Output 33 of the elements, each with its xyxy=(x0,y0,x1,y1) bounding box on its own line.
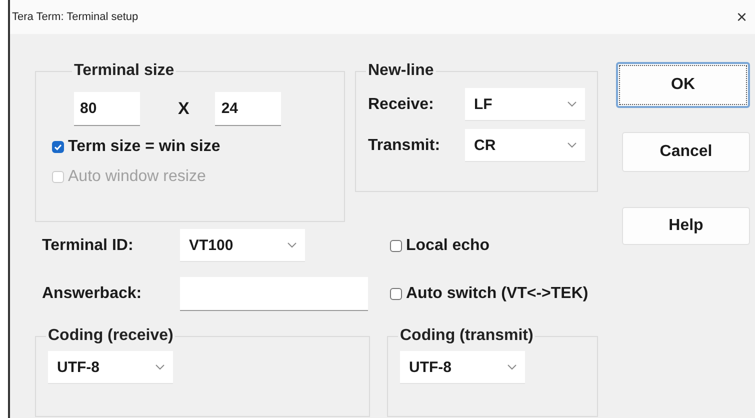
dropdown[interactable]: UTF-8 xyxy=(400,351,525,384)
dropdown[interactable]: LF xyxy=(465,88,585,121)
checkbox[interactable] xyxy=(52,141,64,153)
dialog-button[interactable]: Cancel xyxy=(622,132,750,172)
dropdown[interactable]: CR xyxy=(465,129,585,162)
checkbox-option[interactable]: Term size = win size xyxy=(52,138,220,156)
dialog-button[interactable]: OK xyxy=(616,62,750,108)
checkbox[interactable] xyxy=(390,240,402,252)
dialog-button[interactable]: Help xyxy=(622,207,750,245)
close-button[interactable]: × xyxy=(728,6,755,28)
group-title: New-line xyxy=(367,62,435,80)
caret-icon xyxy=(287,242,297,248)
field-label: Terminal ID: xyxy=(41,236,134,254)
dropdown[interactable]: UTF-8 xyxy=(48,351,173,384)
caret-icon xyxy=(567,101,577,107)
group-title: Coding (transmit) xyxy=(399,327,534,345)
dropdown[interactable]: VT100 xyxy=(180,229,305,262)
separator-label: X xyxy=(178,99,190,119)
checkbox-option[interactable]: Auto switch (VT<->TEK) xyxy=(390,285,588,303)
checkbox-option[interactable]: Local echo xyxy=(390,236,490,254)
caret-icon xyxy=(567,142,577,148)
caret-icon xyxy=(155,364,165,370)
window-title: Tera Term: Terminal setup xyxy=(11,11,138,23)
field-label: Answerback: xyxy=(41,285,143,303)
group-title: Terminal size xyxy=(73,62,176,80)
checkbox[interactable] xyxy=(390,288,402,300)
group-title: Coding (receive) xyxy=(47,327,174,345)
field-label: Transmit: xyxy=(368,136,442,154)
caret-icon xyxy=(507,364,517,370)
field-label: Receive: xyxy=(368,96,435,114)
text-field[interactable]: 80 xyxy=(74,92,140,126)
text-field[interactable]: 24 xyxy=(215,92,282,126)
text-field[interactable] xyxy=(180,277,368,311)
